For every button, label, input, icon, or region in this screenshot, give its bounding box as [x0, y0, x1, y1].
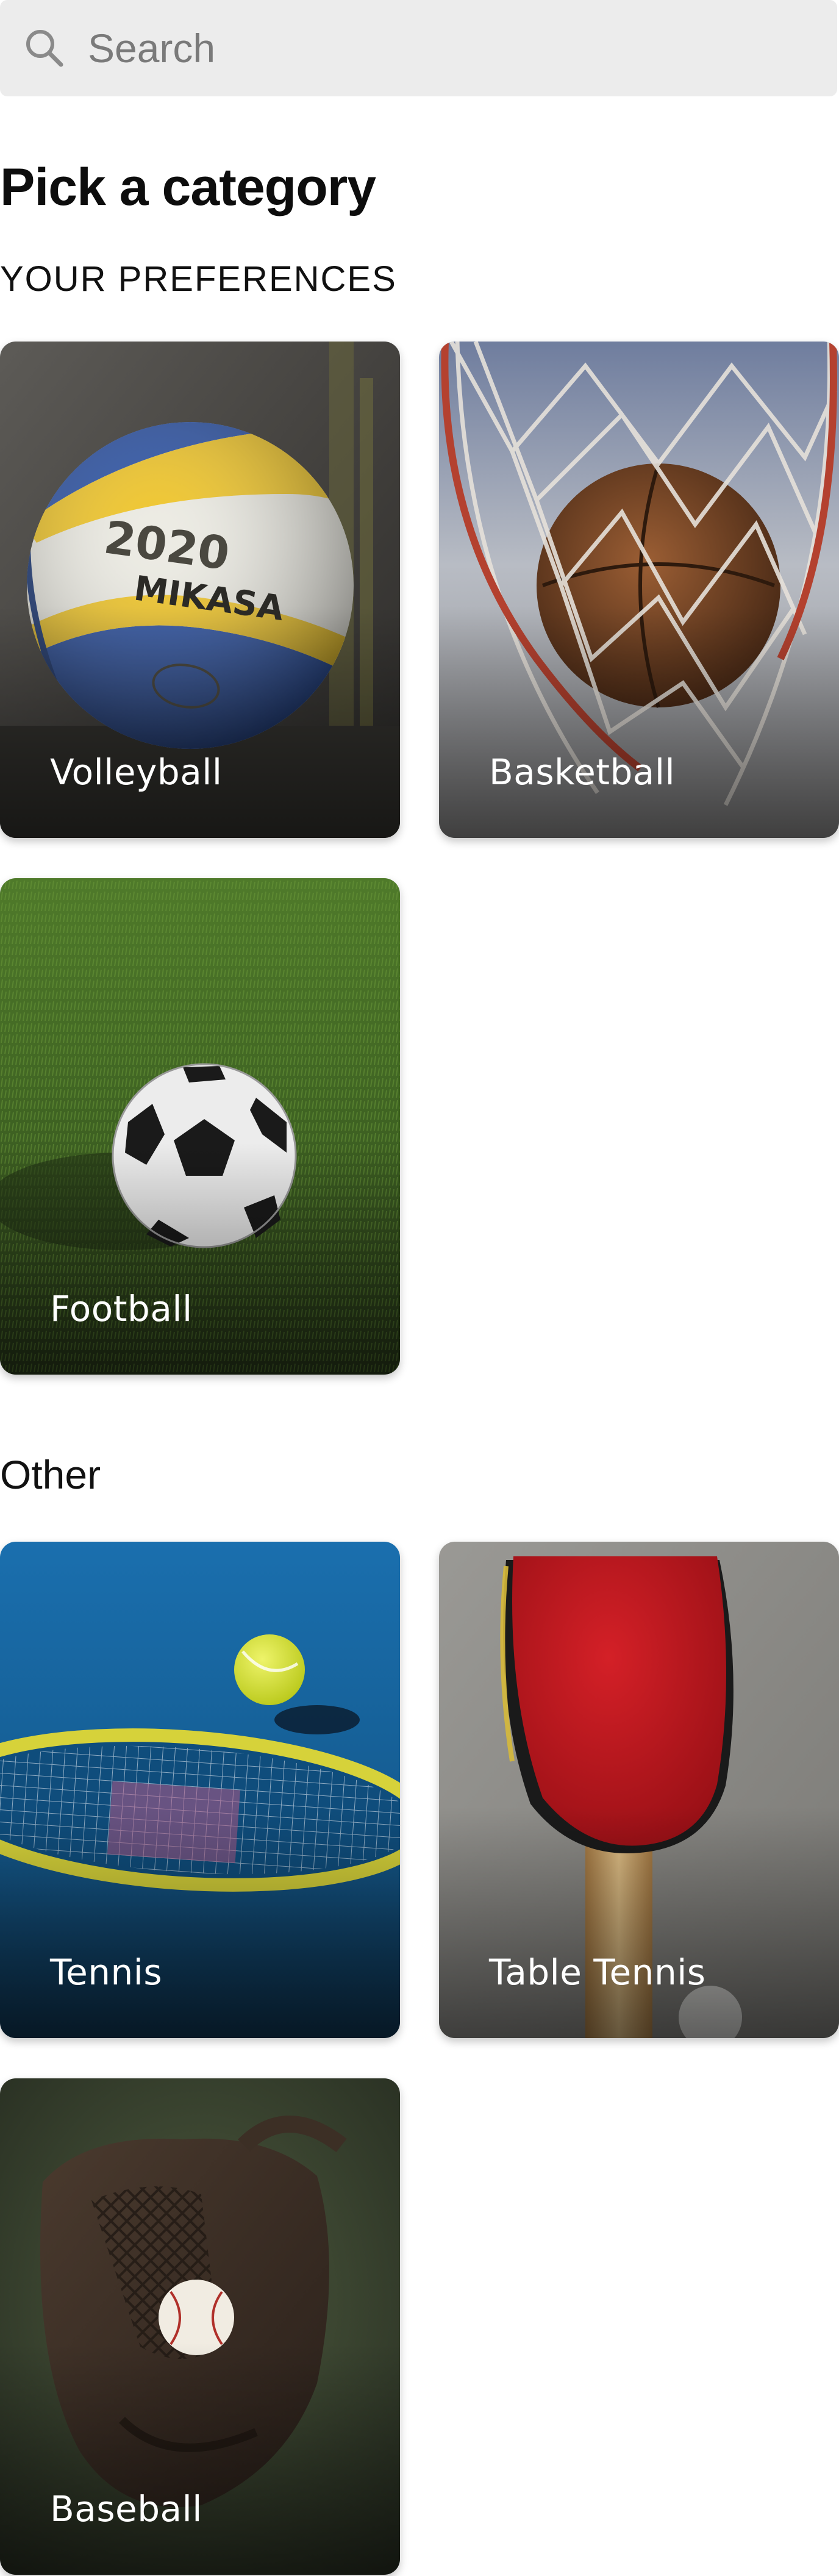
category-label-tennis: Tennis [50, 1952, 163, 1993]
category-label-baseball: Baseball [50, 2488, 202, 2530]
category-card-volleyball[interactable]: 2020 MIKASA Volleyball [0, 342, 400, 838]
category-card-table-tennis[interactable]: Table Tennis [439, 1542, 839, 2038]
category-card-baseball[interactable]: Baseball [0, 2078, 400, 2575]
category-label-table-tennis: Table Tennis [489, 1952, 706, 1993]
page-title: Pick a category [0, 158, 376, 216]
preferences-section-label: YOUR PREFERENCES [0, 259, 397, 299]
category-card-basketball[interactable]: Basketball [439, 342, 839, 838]
category-label-volleyball: Volleyball [50, 751, 223, 793]
other-section-title: Other [0, 1452, 101, 1497]
category-picker-screen: Pick a category YOUR PREFERENCES [0, 0, 839, 2576]
category-label-football: Football [50, 1288, 193, 1329]
search-icon [26, 30, 63, 67]
category-card-football[interactable]: Football [0, 878, 400, 1375]
category-label-basketball: Basketball [489, 751, 676, 793]
search-input[interactable] [88, 0, 807, 96]
category-card-tennis[interactable]: Tennis [0, 1542, 400, 2038]
search-bar[interactable] [0, 0, 837, 96]
